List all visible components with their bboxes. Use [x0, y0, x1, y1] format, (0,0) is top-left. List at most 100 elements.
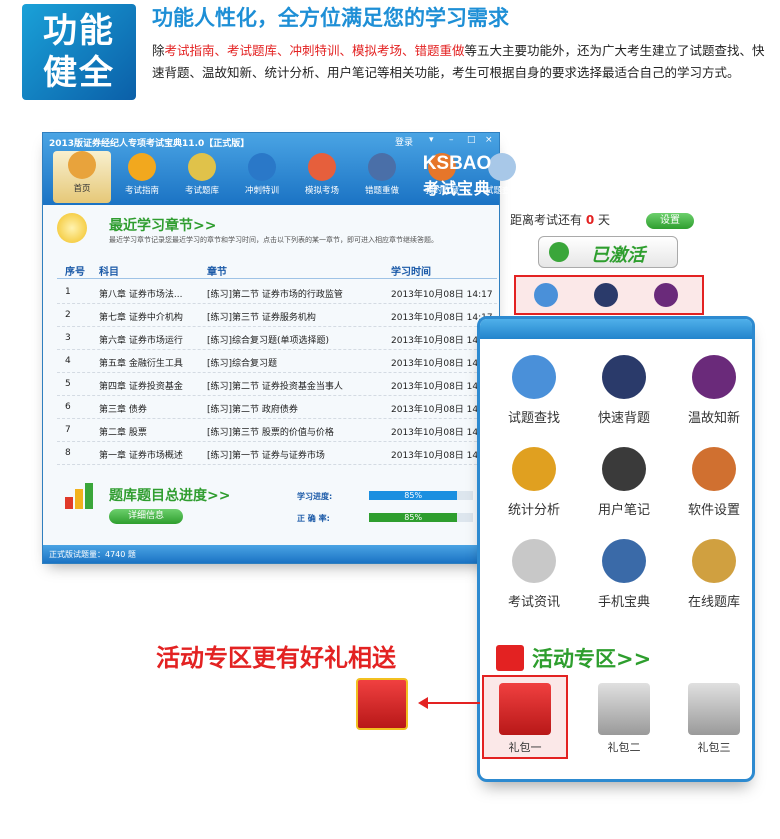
- cell-chapter: [练习]第二节 证券投资基金当事人: [207, 382, 343, 392]
- menu-dropdown-icon[interactable]: ▾: [429, 135, 434, 145]
- cell-index: 7: [65, 425, 71, 435]
- title-bar: 2013版证券经纪人专项考试宝典11.0【正式版】 登录 ▾ – □ × 首页 考…: [43, 133, 519, 205]
- tool-tile-1[interactable]: 试题查找: [494, 355, 574, 426]
- cell-subject: 第六章 证券市场运行: [99, 336, 183, 346]
- nav-label: 冲刺特训: [244, 186, 279, 196]
- cell-index: 8: [65, 448, 71, 458]
- nav-item-1[interactable]: 首页: [53, 151, 111, 203]
- col-header-time: 学习时间: [391, 267, 431, 278]
- cell-subject: 第七章 证券中介机构: [99, 313, 183, 323]
- magnifier-icon: [512, 355, 556, 399]
- cell-subject: 第一章 证券市场概述: [99, 451, 183, 461]
- bar-chart-icon: [65, 483, 97, 509]
- countdown-unit: 天: [598, 213, 611, 227]
- tool-tile-3[interactable]: 温故知新: [674, 355, 752, 426]
- cell-subject: 第四章 证券投资基金: [99, 382, 183, 392]
- tool-tile-6[interactable]: 软件设置: [674, 447, 752, 518]
- unlock-icon: [549, 242, 569, 262]
- cell-index: 5: [65, 379, 71, 389]
- page-title: 功能人性化，全方位满足您的学习需求: [152, 6, 509, 30]
- globe-icon: [248, 153, 276, 181]
- header-divider: [57, 278, 497, 279]
- maximize-button[interactable]: □: [467, 135, 476, 145]
- cell-subject: 第三章 债券: [99, 405, 147, 415]
- cell-chapter: [练习]第二节 证券市场的行政监管: [207, 290, 343, 300]
- minimize-button[interactable]: –: [449, 135, 454, 145]
- ksbao-logo: KSBAO 考试宝典: [415, 153, 499, 199]
- detail-info-button[interactable]: 详细信息: [109, 509, 183, 524]
- close-button[interactable]: ×: [485, 135, 493, 145]
- study-progress-label: 学习进度:: [297, 492, 333, 501]
- arrow-left-icon: [418, 697, 428, 709]
- app-window: 2013版证券经纪人专项考试宝典11.0【正式版】 登录 ▾ – □ × 首页 考…: [42, 132, 519, 564]
- tool-label: 快速背题: [597, 411, 650, 426]
- activated-text: 已激活: [591, 245, 645, 266]
- table-row[interactable]: 3 第六章 证券市场运行 [练习]综合复习题(单项选择题) 2013年10月08日 1…: [57, 327, 497, 350]
- tool-label: 温故知新: [687, 411, 740, 426]
- cell-index: 3: [65, 333, 71, 343]
- compass-icon: [128, 153, 156, 181]
- table-row[interactable]: 5 第四章 证券投资基金 [练习]第二节 证券投资基金当事人 2013年10月08日 …: [57, 373, 497, 396]
- table-row[interactable]: 4 第五章 金融衍生工具 [练习]综合复习题 2013年10月08日 14:16: [57, 350, 497, 373]
- table-row[interactable]: 6 第三章 债券 [练习]第二节 政府债券 2013年10月08日 14:16: [57, 396, 497, 419]
- cell-chapter: [练习]第三节 股票的价值与价格: [207, 428, 334, 438]
- table-row[interactable]: 7 第二章 股票 [练习]第三节 股票的价值与价格 2013年10月08日 14:16: [57, 419, 497, 442]
- accuracy-label: 正 确 率:: [297, 514, 330, 523]
- nav-item-2[interactable]: 考试指南: [113, 153, 171, 196]
- table-row[interactable]: 8 第一章 证券市场概述 [练习]第一节 证券与证券市场 2013年10月08日 14…: [57, 442, 497, 465]
- study-progress-track: 85%: [369, 491, 473, 500]
- document-icon: [512, 539, 556, 583]
- nav-item-3[interactable]: 考试题库: [173, 153, 231, 196]
- status-bar: 正式版试题量：4740 题: [43, 545, 499, 563]
- logo-text-top: KSBAO: [422, 153, 492, 174]
- tool-label: 在线题库: [687, 595, 740, 610]
- desc-highlight: 考试指南、考试题库、冲刺特训、模拟考场、错题重做: [164, 43, 465, 58]
- gift-pack-3[interactable]: 礼包三: [674, 683, 752, 755]
- arrow-line: [424, 702, 480, 704]
- podcast-icon[interactable]: [654, 283, 678, 307]
- tool-tile-7[interactable]: 考试资讯: [494, 539, 574, 610]
- books-icon: [188, 153, 216, 181]
- folder-globe-icon: [692, 539, 736, 583]
- magnifier-icon[interactable]: [534, 283, 558, 307]
- table-row[interactable]: 2 第七章 证券中介机构 [练习]第三节 证券服务机构 2013年10月08日 14:…: [57, 304, 497, 327]
- tool-tile-8[interactable]: 手机宝典: [584, 539, 664, 610]
- tool-label: 统计分析: [507, 503, 560, 518]
- gift-label: 礼包二: [607, 741, 641, 754]
- nav-label: 考试题库: [184, 186, 219, 196]
- cell-chapter: [练习]第一节 证券与证券市场: [207, 451, 325, 461]
- home-icon: [68, 151, 96, 179]
- study-progress-bar: 85%: [369, 491, 458, 500]
- gift-pack-2[interactable]: 礼包二: [584, 683, 664, 755]
- tool-tile-9[interactable]: 在线题库: [674, 539, 752, 610]
- cell-chapter: [练习]综合复习题: [207, 359, 278, 369]
- gift-box-icon: [356, 678, 408, 730]
- gift-pack-1[interactable]: 礼包一: [482, 675, 568, 759]
- gift-box-icon: [499, 683, 551, 735]
- tool-tile-5[interactable]: 用户笔记: [584, 447, 664, 518]
- recent-title: 最近学习章节>>: [109, 218, 217, 234]
- settings-button[interactable]: 设置: [646, 213, 694, 229]
- gift-label: 礼包一: [508, 741, 542, 754]
- tool-label: 软件设置: [687, 503, 740, 518]
- login-button[interactable]: 登录: [395, 135, 413, 148]
- nav-label: 考试指南: [124, 186, 159, 196]
- nav-item-6[interactable]: 错题重做: [353, 153, 411, 196]
- podcast-icon: [692, 355, 736, 399]
- tool-tile-2[interactable]: 快速背题: [584, 355, 664, 426]
- nav-label: 错题重做: [364, 186, 399, 196]
- main-content: 最近学习章节>> 最近学习章节记录您最近学习的章节和学习时间，点击以下列表的某一…: [43, 205, 499, 545]
- table-row[interactable]: 1 第八章 证券市场法... [练习]第二节 证券市场的行政监管 2013年10月08…: [57, 281, 497, 304]
- notebook-icon: [602, 447, 646, 491]
- countdown: 距离考试还有 0 天: [510, 211, 610, 228]
- tool-tile-4[interactable]: 统计分析: [494, 447, 574, 518]
- cell-subject: 第八章 证券市场法...: [99, 290, 183, 300]
- phone-icon: [602, 539, 646, 583]
- nav-item-4[interactable]: 冲刺特训: [233, 153, 291, 196]
- badge-line-1: 功能: [43, 11, 115, 51]
- feature-badge: 功能 健全: [22, 4, 136, 100]
- nav-item-5[interactable]: 模拟考场: [293, 153, 351, 196]
- magic-hat-icon[interactable]: [594, 283, 618, 307]
- tool-label: 手机宝典: [597, 595, 650, 610]
- cell-subject: 第五章 金融衍生工具: [99, 359, 183, 369]
